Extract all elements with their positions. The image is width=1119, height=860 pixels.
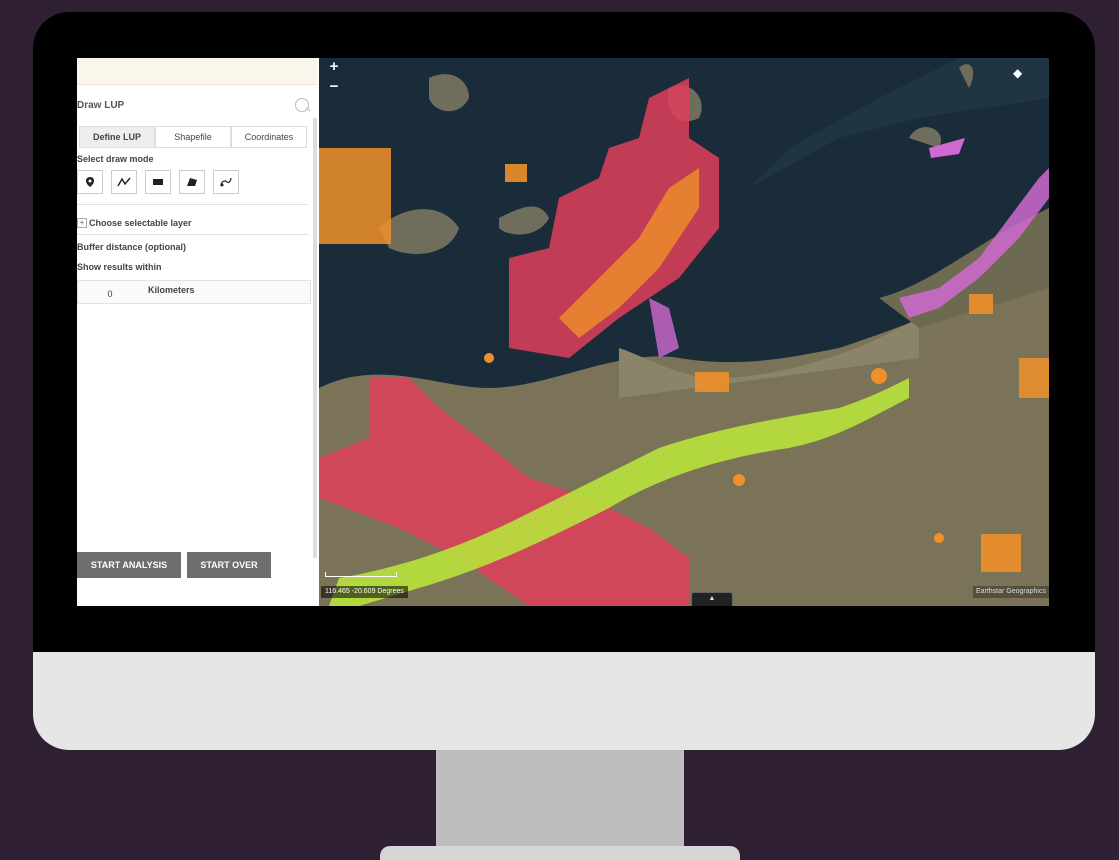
- polygon-icon[interactable]: [179, 170, 205, 194]
- distance-unit[interactable]: Kilometers: [148, 285, 195, 295]
- show-results-label: Show results within: [77, 262, 162, 272]
- start-analysis-button[interactable]: START ANALYSIS: [77, 552, 181, 578]
- divider: [77, 204, 309, 205]
- distance-input[interactable]: 0: [78, 281, 142, 303]
- expand-panel-toggle[interactable]: ▲: [691, 592, 733, 606]
- draw-mode-label: Select draw mode: [77, 154, 154, 164]
- expand-icon[interactable]: +: [77, 218, 87, 228]
- freehand-icon[interactable]: [213, 170, 239, 194]
- search-icon[interactable]: [295, 98, 309, 112]
- stand-base: [380, 846, 740, 860]
- draw-tools: [77, 170, 239, 194]
- panel-header-bar: [77, 58, 317, 85]
- scale-bar: [325, 572, 397, 577]
- point-icon[interactable]: [77, 170, 103, 194]
- coordinate-readout: 116.465 -20.609 Degrees: [321, 586, 408, 598]
- tab-coordinates[interactable]: Coordinates: [231, 126, 307, 148]
- distance-row: 0 Kilometers: [77, 280, 311, 304]
- stand-neck: [436, 750, 684, 846]
- monitor-stand: [380, 750, 740, 860]
- zoom-in-button[interactable]: +: [327, 59, 341, 74]
- tab-define-lup[interactable]: Define LUP: [79, 126, 155, 148]
- polyline-icon[interactable]: [111, 170, 137, 194]
- rectangle-icon[interactable]: [145, 170, 171, 194]
- panel-tabs: Define LUP Shapefile Coordinates: [79, 126, 307, 148]
- map-imagery: [319, 58, 1049, 606]
- monitor-chin: [33, 652, 1095, 750]
- choose-layer-label[interactable]: Choose selectable layer: [89, 218, 192, 228]
- divider: [77, 234, 309, 235]
- zoom-out-button[interactable]: −: [327, 79, 341, 94]
- screen: Draw LUP Define LUP Shapefile Coordinate…: [77, 58, 1049, 606]
- layers-icon[interactable]: ◆: [1013, 66, 1027, 80]
- map-view[interactable]: + − ◆ 116.465 -20.609 Degrees ▲ Earthsta…: [319, 58, 1049, 606]
- map-attribution: Earthstar Geographics: [972, 586, 1049, 598]
- start-over-button[interactable]: START OVER: [187, 552, 271, 578]
- draw-lup-panel: Draw LUP Define LUP Shapefile Coordinate…: [77, 58, 317, 606]
- panel-title: Draw LUP: [77, 100, 125, 111]
- tab-shapefile[interactable]: Shapefile: [155, 126, 231, 148]
- buffer-distance-label: Buffer distance (optional): [77, 242, 187, 252]
- panel-scrollbar[interactable]: [313, 118, 317, 558]
